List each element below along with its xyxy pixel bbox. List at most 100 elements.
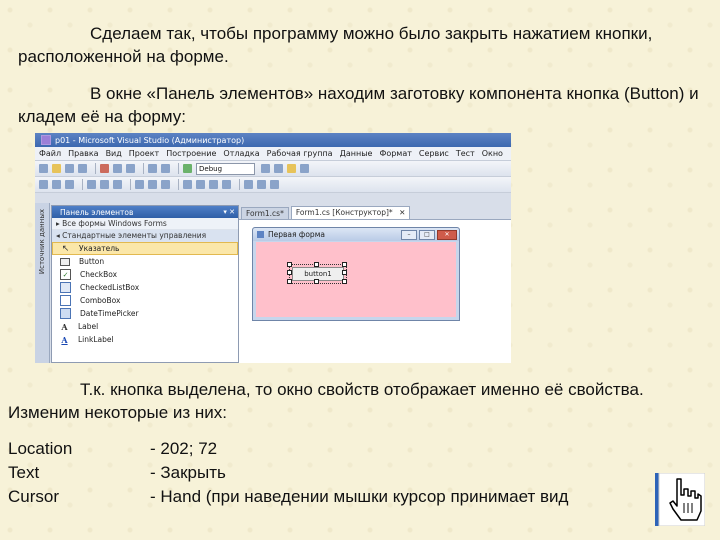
toolbar-separator bbox=[143, 163, 144, 174]
property-row-cursor: Cursor - Hand (при наведении мышки курсо… bbox=[8, 485, 568, 509]
align-right-icon[interactable] bbox=[65, 180, 74, 189]
menu-build[interactable]: Построение bbox=[166, 149, 216, 158]
selection-handle[interactable] bbox=[342, 279, 347, 284]
solution-explorer-icon[interactable] bbox=[274, 164, 283, 173]
toolbox-item-button[interactable]: Button bbox=[52, 255, 238, 268]
align-middle-icon[interactable] bbox=[100, 180, 109, 189]
vs-title-text: p01 - Microsoft Visual Studio (Администр… bbox=[55, 135, 245, 145]
toolbox-item-label: DateTimePicker bbox=[80, 309, 139, 318]
menu-test[interactable]: Тест bbox=[456, 149, 475, 158]
close-icon: ✕ bbox=[437, 229, 457, 240]
hand-cursor-icon bbox=[655, 473, 705, 526]
form-icon bbox=[257, 231, 264, 238]
paragraph-toolbox: В окне «Панель элементов» находим загото… bbox=[18, 84, 699, 126]
send-to-back-icon[interactable] bbox=[257, 180, 266, 189]
selection-handle[interactable] bbox=[342, 270, 347, 275]
selection-handle[interactable] bbox=[342, 262, 347, 267]
toolbar-separator bbox=[130, 179, 131, 190]
bring-to-front-icon[interactable] bbox=[244, 180, 253, 189]
align-top-icon[interactable] bbox=[87, 180, 96, 189]
toolbox-icon[interactable] bbox=[300, 164, 309, 173]
label-control-icon: A bbox=[61, 321, 68, 332]
pointer-icon: ↖ bbox=[61, 243, 70, 254]
tab-order-icon[interactable] bbox=[270, 180, 279, 189]
menu-edit[interactable]: Правка bbox=[68, 149, 98, 158]
maximize-icon: □ bbox=[419, 229, 435, 240]
cut-icon[interactable] bbox=[100, 164, 109, 173]
menu-team[interactable]: Рабочая группа bbox=[267, 149, 333, 158]
toolbar-separator bbox=[178, 163, 179, 174]
paste-icon[interactable] bbox=[126, 164, 135, 173]
solution-config-select[interactable]: Debug bbox=[196, 162, 255, 175]
selection-handle[interactable] bbox=[287, 279, 292, 284]
selection-handle[interactable] bbox=[287, 262, 292, 267]
save-icon[interactable] bbox=[65, 164, 74, 173]
paragraph-intro: Сделаем так, чтобы программу можно было … bbox=[18, 24, 653, 66]
spacing-icon[interactable] bbox=[209, 180, 218, 189]
toolbox-item-linklabel[interactable]: A LinkLabel bbox=[52, 333, 238, 346]
toolbox-item-datetimepicker[interactable]: DateTimePicker bbox=[52, 307, 238, 320]
tab-form1-code[interactable]: Form1.cs* bbox=[241, 207, 289, 219]
menu-data[interactable]: Данные bbox=[340, 149, 373, 158]
menu-debug[interactable]: Отладка bbox=[223, 149, 259, 158]
menu-view[interactable]: Вид bbox=[106, 149, 122, 158]
properties-icon[interactable] bbox=[287, 164, 296, 173]
toolbox-item-label: ComboBox bbox=[80, 296, 121, 305]
tab-close-icon[interactable]: ✕ bbox=[399, 208, 405, 217]
same-width-icon[interactable] bbox=[135, 180, 144, 189]
vs-workspace: Источник данных Панель элементов ▾ ✕ ▸ В… bbox=[35, 203, 511, 363]
tab-form1-designer[interactable]: Form1.cs [Конструктор]* ✕ bbox=[290, 206, 411, 219]
toolbox-item-checkbox[interactable]: ✓ CheckBox bbox=[52, 268, 238, 281]
designed-form[interactable]: Первая форма – □ ✕ button1 bbox=[252, 227, 460, 321]
menu-window[interactable]: Окно bbox=[482, 149, 503, 158]
menu-file[interactable]: Файл bbox=[39, 149, 61, 158]
redo-icon[interactable] bbox=[161, 164, 170, 173]
property-name: Cursor bbox=[8, 487, 60, 506]
toolbox-group-standard[interactable]: ◂ Стандартные элементы управления bbox=[52, 230, 238, 242]
form-designer-surface[interactable]: Первая форма – □ ✕ button1 bbox=[239, 220, 511, 363]
undo-icon[interactable] bbox=[148, 164, 157, 173]
align-bottom-icon[interactable] bbox=[113, 180, 122, 189]
selection-handle[interactable] bbox=[314, 262, 319, 267]
menu-project[interactable]: Проект bbox=[129, 149, 159, 158]
new-project-icon[interactable] bbox=[39, 164, 48, 173]
same-size-icon[interactable] bbox=[161, 180, 170, 189]
selection-handle[interactable] bbox=[287, 270, 292, 275]
start-debug-icon[interactable] bbox=[183, 164, 192, 173]
save-all-icon[interactable] bbox=[78, 164, 87, 173]
spacing-icon[interactable] bbox=[196, 180, 205, 189]
paragraph-properties: Т.к. кнопка выделена, то окно свойств от… bbox=[8, 380, 644, 422]
linklabel-control-icon: A bbox=[61, 334, 68, 345]
property-row-location: Location - 202; 72 bbox=[8, 437, 568, 461]
combobox-control-icon bbox=[60, 295, 71, 306]
menu-format[interactable]: Формат bbox=[379, 149, 411, 158]
toolbox-group-all-forms[interactable]: ▸ Все формы Windows Forms bbox=[52, 218, 238, 230]
align-center-icon[interactable] bbox=[52, 180, 61, 189]
same-height-icon[interactable] bbox=[148, 180, 157, 189]
toolbox-item-combobox[interactable]: ComboBox bbox=[52, 294, 238, 307]
spacing-icon[interactable] bbox=[222, 180, 231, 189]
form-titlebar: Первая форма – □ ✕ bbox=[253, 228, 459, 241]
toolbox-item-label-control[interactable]: A Label bbox=[52, 320, 238, 333]
toolbar-separator bbox=[178, 179, 179, 190]
toolbox-item-pointer[interactable]: ↖ Указатель bbox=[52, 242, 238, 255]
toolbox-header: Панель элементов ▾ ✕ bbox=[52, 206, 238, 218]
align-left-icon[interactable] bbox=[39, 180, 48, 189]
data-sources-side-tab[interactable]: Источник данных bbox=[35, 203, 50, 363]
property-name: Text bbox=[8, 463, 40, 482]
vs-toolbar-1: Debug bbox=[35, 161, 511, 177]
property-value: - Hand (при наведении мышки курсор прини… bbox=[150, 487, 569, 506]
open-folder-icon[interactable] bbox=[52, 164, 61, 173]
toolbox-item-label: Button bbox=[79, 257, 105, 266]
find-icon[interactable] bbox=[261, 164, 270, 173]
selection-handle[interactable] bbox=[314, 279, 319, 284]
copy-icon[interactable] bbox=[113, 164, 122, 173]
toolbox-item-checkedlistbox[interactable]: CheckedListBox bbox=[52, 281, 238, 294]
property-name: Location bbox=[8, 439, 73, 458]
menu-tools[interactable]: Сервис bbox=[419, 149, 449, 158]
toolbox-panel: Панель элементов ▾ ✕ ▸ Все формы Windows… bbox=[51, 205, 239, 363]
spacing-icon[interactable] bbox=[183, 180, 192, 189]
document-tabs: Form1.cs* Form1.cs [Конструктор]* ✕ bbox=[239, 205, 511, 220]
toolbox-close-icon[interactable]: ▾ ✕ bbox=[223, 208, 235, 216]
form-client-area[interactable]: button1 bbox=[256, 242, 456, 317]
